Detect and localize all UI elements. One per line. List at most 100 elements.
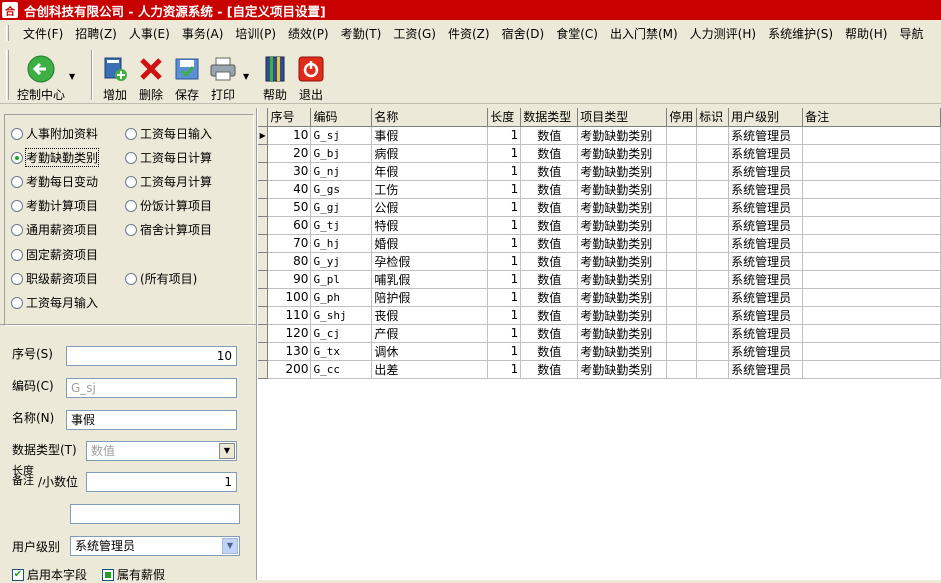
menu-item[interactable]: 培训(P): [229, 25, 282, 42]
table-row[interactable]: 50 G_gj 公假 1 数值 考勤缺勤类别 系统管理员: [258, 198, 941, 217]
cell-seq[interactable]: 60: [267, 216, 312, 235]
cell-level[interactable]: 系统管理员: [728, 324, 804, 343]
cell-dtype[interactable]: 数值: [520, 198, 579, 217]
menu-item[interactable]: 导航: [893, 25, 929, 42]
cell-len[interactable]: 1: [487, 216, 522, 235]
menu-item[interactable]: 系统维护(S): [762, 25, 839, 42]
row-indicator[interactable]: [258, 342, 269, 361]
cell-stop[interactable]: [666, 144, 698, 163]
cell-stop[interactable]: [666, 324, 698, 343]
cell-seq[interactable]: 10: [267, 126, 312, 145]
menu-item[interactable]: 工资(G): [387, 25, 442, 42]
help-button[interactable]: 帮助: [259, 46, 291, 103]
cell-name[interactable]: 工伤: [371, 180, 489, 199]
column-header[interactable]: 备注: [802, 108, 941, 127]
cell-code[interactable]: G_shj: [310, 306, 373, 325]
datatype-dropdown-icon[interactable]: ▼: [219, 443, 235, 459]
cell-seq[interactable]: 50: [267, 198, 312, 217]
delete-button[interactable]: 删除: [135, 46, 167, 103]
cell-remark[interactable]: [802, 252, 941, 271]
cell-dtype[interactable]: 数值: [520, 342, 579, 361]
cell-ptype[interactable]: 考勤缺勤类别: [577, 342, 668, 361]
category-radio[interactable]: 考勤计算项目: [11, 197, 98, 214]
cell-dtype[interactable]: 数值: [520, 306, 579, 325]
cell-len[interactable]: 1: [487, 198, 522, 217]
column-header[interactable]: 序号: [267, 108, 312, 127]
datatype-select[interactable]: 数值 ▼: [86, 441, 237, 461]
cell-remark[interactable]: [802, 180, 941, 199]
cell-remark[interactable]: [802, 144, 941, 163]
cell-name[interactable]: 丧假: [371, 306, 489, 325]
cell-name[interactable]: 陪护假: [371, 288, 489, 307]
cell-remark[interactable]: [802, 324, 941, 343]
column-header[interactable]: 标识: [696, 108, 730, 127]
table-row[interactable]: ▶ 10 G_sj 事假 1 数值 考勤缺勤类别 系统管理员: [258, 126, 941, 145]
menu-item[interactable]: 食堂(C): [550, 25, 604, 42]
cell-seq[interactable]: 40: [267, 180, 312, 199]
cell-level[interactable]: 系统管理员: [728, 144, 804, 163]
category-radio[interactable]: 通用薪资项目: [11, 221, 98, 238]
cell-name[interactable]: 事假: [371, 126, 489, 145]
cell-level[interactable]: 系统管理员: [728, 360, 804, 379]
cell-ptype[interactable]: 考勤缺勤类别: [577, 180, 668, 199]
cell-code[interactable]: G_yj: [310, 252, 373, 271]
cell-flag[interactable]: [696, 288, 730, 307]
cell-dtype[interactable]: 数值: [520, 216, 579, 235]
column-header[interactable]: 数据类型: [520, 108, 579, 127]
cell-level[interactable]: 系统管理员: [728, 126, 804, 145]
cell-flag[interactable]: [696, 360, 730, 379]
column-header[interactable]: 名称: [371, 108, 489, 127]
cell-stop[interactable]: [666, 288, 698, 307]
table-row[interactable]: 100 G_ph 陪护假 1 数值 考勤缺勤类别 系统管理员: [258, 288, 941, 307]
cell-flag[interactable]: [696, 324, 730, 343]
cell-seq[interactable]: 30: [267, 162, 312, 181]
menu-item[interactable]: 人事(E): [123, 25, 176, 42]
cell-flag[interactable]: [696, 306, 730, 325]
cell-len[interactable]: 1: [487, 144, 522, 163]
cell-code[interactable]: G_tx: [310, 342, 373, 361]
category-radio[interactable]: 工资每月计算: [125, 173, 212, 190]
row-indicator[interactable]: [258, 288, 269, 307]
toolbar-grip-handle[interactable]: [6, 50, 9, 100]
cell-name[interactable]: 公假: [371, 198, 489, 217]
cell-flag[interactable]: [696, 270, 730, 289]
row-indicator[interactable]: [258, 144, 269, 163]
category-radio[interactable]: 工资每日计算: [125, 149, 212, 166]
cell-code[interactable]: G_ph: [310, 288, 373, 307]
cell-len[interactable]: 1: [487, 360, 522, 379]
control-center-dropdown-icon[interactable]: ▼: [69, 72, 79, 81]
cell-level[interactable]: 系统管理员: [728, 216, 804, 235]
cell-flag[interactable]: [696, 126, 730, 145]
cell-seq[interactable]: 70: [267, 234, 312, 253]
menu-item[interactable]: 帮助(H): [839, 25, 893, 42]
cell-remark[interactable]: [802, 162, 941, 181]
cell-len[interactable]: 1: [487, 126, 522, 145]
cell-stop[interactable]: [666, 162, 698, 181]
remark-input[interactable]: [70, 504, 240, 524]
save-button[interactable]: 保存: [171, 46, 203, 103]
cell-stop[interactable]: [666, 360, 698, 379]
table-row[interactable]: 110 G_shj 丧假 1 数值 考勤缺勤类别 系统管理员: [258, 306, 941, 325]
cell-name[interactable]: 出差: [371, 360, 489, 379]
cell-code[interactable]: G_pl: [310, 270, 373, 289]
cell-len[interactable]: 1: [487, 342, 522, 361]
cell-level[interactable]: 系统管理员: [728, 288, 804, 307]
table-row[interactable]: 130 G_tx 调休 1 数值 考勤缺勤类别 系统管理员: [258, 342, 941, 361]
cell-stop[interactable]: [666, 252, 698, 271]
cell-name[interactable]: 病假: [371, 144, 489, 163]
cell-flag[interactable]: [696, 180, 730, 199]
decimal-input[interactable]: 1: [86, 472, 237, 492]
cell-flag[interactable]: [696, 252, 730, 271]
cell-stop[interactable]: [666, 342, 698, 361]
cell-level[interactable]: 系统管理员: [728, 234, 804, 253]
table-row[interactable]: 20 G_bj 病假 1 数值 考勤缺勤类别 系统管理员: [258, 144, 941, 163]
cell-dtype[interactable]: 数值: [520, 252, 579, 271]
table-row[interactable]: 90 G_pl 哺乳假 1 数值 考勤缺勤类别 系统管理员: [258, 270, 941, 289]
row-indicator[interactable]: [258, 270, 269, 289]
cell-remark[interactable]: [802, 288, 941, 307]
cell-seq[interactable]: 90: [267, 270, 312, 289]
row-indicator[interactable]: [258, 360, 269, 379]
cell-len[interactable]: 1: [487, 234, 522, 253]
table-row[interactable]: 120 G_cj 产假 1 数值 考勤缺勤类别 系统管理员: [258, 324, 941, 343]
cell-flag[interactable]: [696, 342, 730, 361]
